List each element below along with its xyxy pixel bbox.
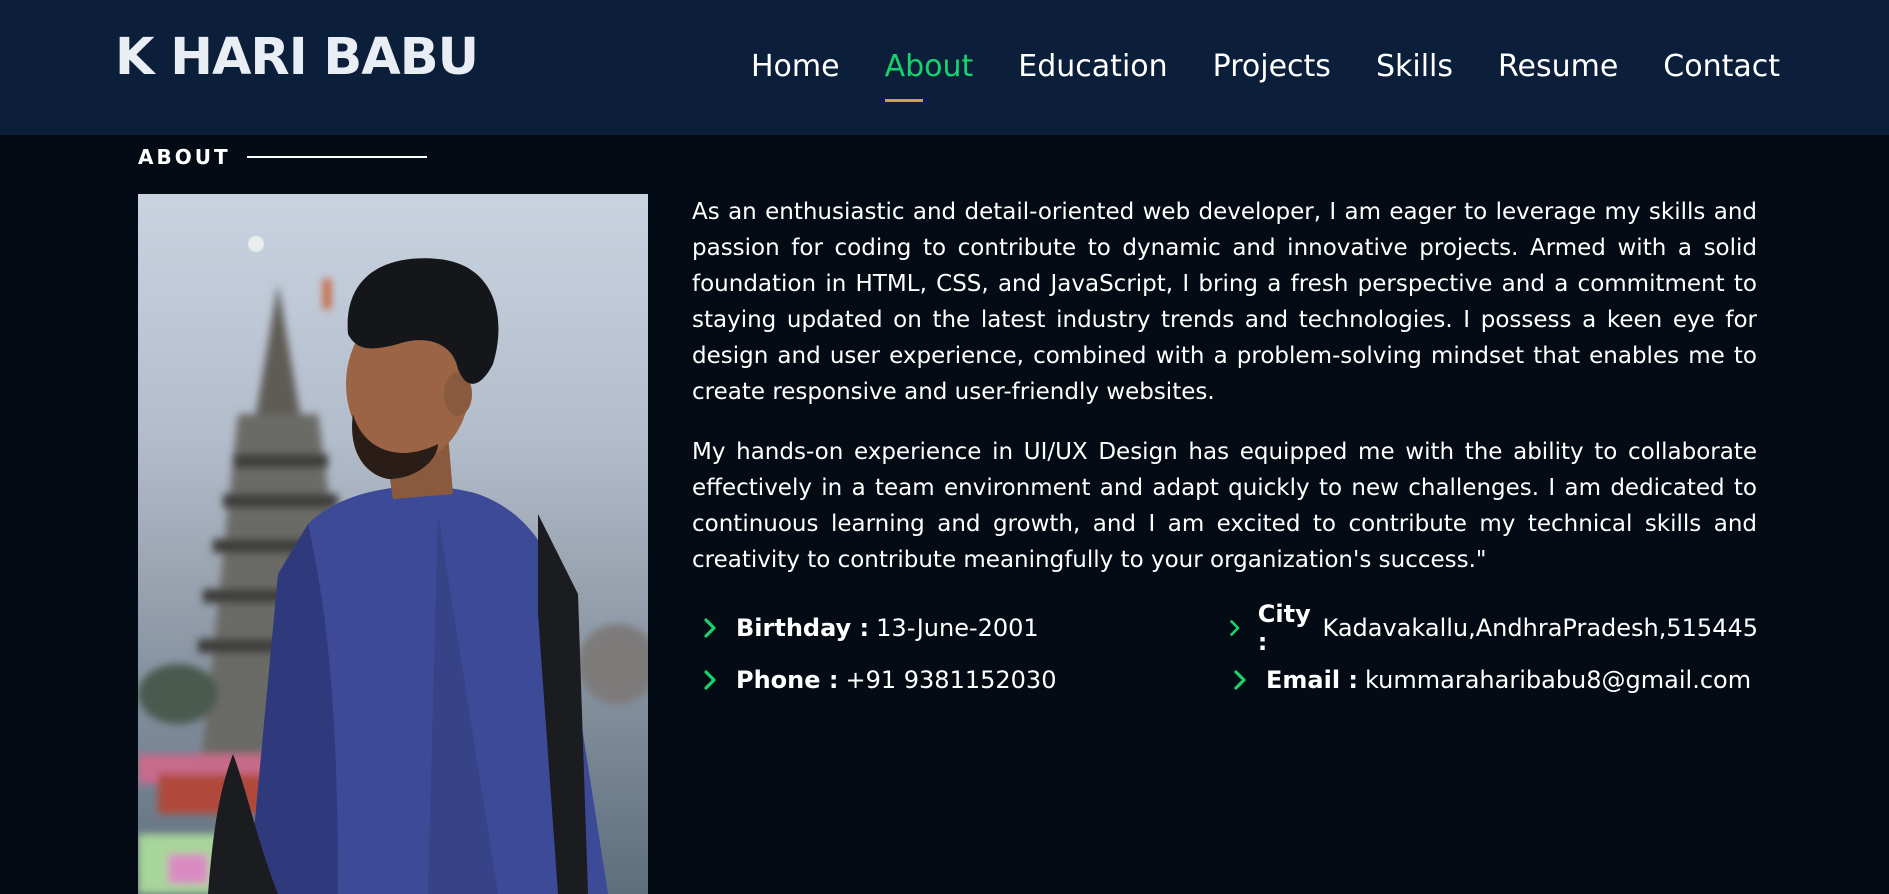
site-logo[interactable]: K HARI BABU	[115, 28, 479, 87]
section-title-rule	[246, 156, 427, 158]
nav-resume[interactable]: Resume	[1498, 48, 1618, 86]
details-row: Phone : +91 9381152030 Email : kummaraha…	[698, 654, 1758, 706]
about-paragraph-1: As an enthusiastic and detail-oriented w…	[692, 199, 1757, 405]
section-title: ABOUT	[138, 145, 427, 169]
about-text: As an enthusiastic and detail-oriented w…	[692, 194, 1757, 602]
details-row: Birthday : 13-June-2001 City : Kadavakal…	[698, 600, 1758, 656]
detail-label: Birthday :	[736, 614, 870, 642]
site-header: K HARI BABU Home About Education Project…	[0, 0, 1889, 135]
detail-value: Kadavakallu,AndhraPradesh,515445	[1322, 614, 1758, 642]
main-nav: Home About Education Projects Skills Res…	[751, 48, 1780, 102]
chevron-right-icon	[704, 670, 716, 690]
profile-photo	[138, 194, 648, 894]
detail-phone: Phone : +91 9381152030	[698, 666, 1228, 694]
chevron-right-icon	[704, 618, 716, 638]
nav-projects[interactable]: Projects	[1213, 48, 1331, 86]
detail-city: City : Kadavakallu,AndhraPradesh,515445	[1225, 600, 1758, 656]
detail-label: Phone :	[736, 666, 839, 694]
detail-value: 13-June-2001	[876, 614, 1039, 642]
detail-email: Email : kummaraharibabu8@gmail.com	[1228, 666, 1758, 694]
detail-birthday: Birthday : 13-June-2001	[698, 614, 1225, 642]
nav-home[interactable]: Home	[751, 48, 840, 86]
detail-label: Email :	[1266, 666, 1359, 694]
chevron-right-icon	[1234, 670, 1246, 690]
chevron-right-icon	[1229, 620, 1239, 636]
section-title-text: ABOUT	[138, 145, 231, 169]
nav-education[interactable]: Education	[1018, 48, 1167, 86]
detail-label: City :	[1257, 600, 1311, 656]
detail-value: +91 9381152030	[845, 666, 1057, 694]
detail-value: kummaraharibabu8@gmail.com	[1365, 666, 1752, 694]
about-paragraph-2: My hands-on experience in UI/UX Design h…	[692, 439, 1757, 573]
nav-about[interactable]: About	[884, 48, 973, 102]
personal-details: Birthday : 13-June-2001 City : Kadavakal…	[698, 600, 1758, 706]
nav-contact[interactable]: Contact	[1663, 48, 1780, 86]
nav-skills[interactable]: Skills	[1376, 48, 1453, 86]
